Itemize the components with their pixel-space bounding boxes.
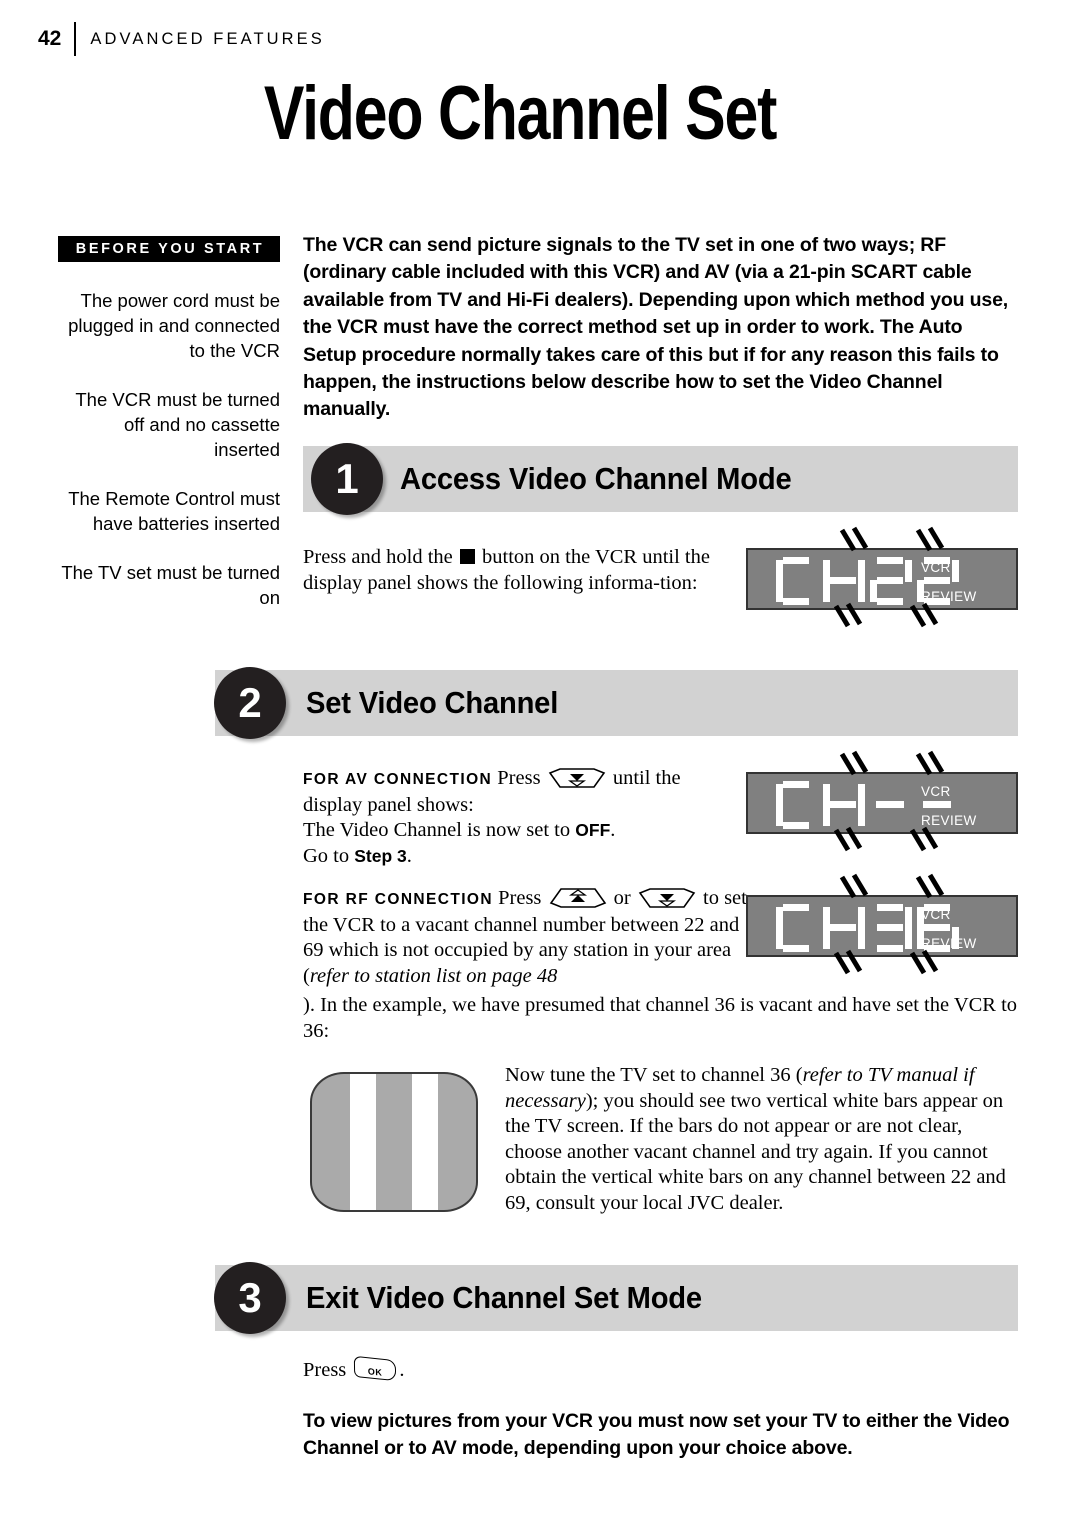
seg-char-C [776,557,818,605]
step-2-av-line1: FOR AV CONNECTION Press until the displa… [303,766,743,818]
display-label-review: REVIEW [921,813,977,828]
sidebar-item-remote-batteries: The Remote Control must have batteries i… [68,488,280,534]
step-3-press-word: Press [303,1359,347,1381]
seg-char-H [823,781,865,829]
main-column: The VCR can send picture signals to the … [303,232,1018,424]
seg-char-C [776,781,818,829]
display-label-vcr: VCR [921,784,951,799]
av-off-text-a: The Video Channel is now set to [303,819,576,841]
channel-down-key-icon [548,768,606,788]
sidebar-item-vcr-off: The VCR must be turned off and no casset… [75,389,280,460]
seg-char-H [823,904,865,952]
manual-page: 42 ADVANCED FEATURES Video Channel Set B… [0,0,1080,1526]
step-3-header: 3 Exit Video Channel Set Mode [214,1262,1018,1334]
display-ch22-labels: VCR REVIEW [921,554,1007,608]
seg-char-dash [870,781,912,829]
step-1-badge: 1 [311,443,383,515]
header-divider [74,22,77,56]
step-2-title: Set Video Channel [306,685,559,720]
step-2-av-block: FOR AV CONNECTION Press until the displa… [303,766,743,869]
display-label-review: REVIEW [921,936,977,951]
step-3-body: Press OK. [303,1355,733,1384]
tv-paragraph-a: Now tune the TV set to channel 36 ( [505,1064,803,1086]
display-ch22: VCR REVIEW [746,548,1018,610]
tv-white-bar-left [350,1074,376,1210]
sidebar-item-power-cord: The power cord must be plugged in and co… [68,290,280,361]
page-title: Video Channel Set [263,71,777,156]
step-2-rf-continuation: ). In the example, we have presumed that… [303,993,1018,1044]
av-goto-text-a: Go to [303,844,355,867]
rf-press-word: Press [498,887,542,909]
step-2-header: 2 Set Video Channel [214,667,1018,739]
tv-tuning-paragraph: Now tune the TV set to channel 36 (refer… [505,1063,1020,1216]
tv-illustration [310,1072,478,1212]
step-1-header: 1 Access Video Channel Mode [303,443,1018,515]
channel-down-key-icon [638,888,696,908]
display-ch36-labels: VCR REVIEW [921,901,1007,955]
av-off-bold: OFF [575,820,611,840]
step-3-title: Exit Video Channel Set Mode [306,1280,702,1315]
step-3-period: . [399,1359,405,1381]
closing-paragraph: To view pictures from your VCR you must … [303,1410,1010,1460]
av-off-text-b: . [610,819,616,841]
for-av-connection-label: FOR AV CONNECTION [303,771,493,788]
display-label-vcr: VCR [921,907,951,922]
av-goto-text-b: . [406,844,412,867]
page-number: 42 [38,27,62,50]
rf-or-word: or [613,887,631,909]
intro-paragraph: The VCR can send picture signals to the … [303,234,1009,421]
rf-continuation-text: ). In the example, we have presumed that… [303,994,1018,1042]
step-2-av-line3: Go to Step 3. [303,844,743,870]
for-rf-connection-label: FOR RF CONNECTION [303,891,493,908]
stop-button-icon [459,549,475,564]
before-you-start-label: BEFORE YOU START [58,236,280,262]
av-press-word: Press [497,767,541,789]
step-2-av-line2: The Video Channel is now set to OFF. [303,818,743,844]
tv-white-bar-right [412,1074,438,1210]
running-head: 42 ADVANCED FEATURES [38,22,325,56]
step-1-text-before: Press and hold the [303,546,453,568]
seg-char-C [776,904,818,952]
display-label-review: REVIEW [921,589,977,604]
display-ch-off: VCR REVIEW [746,772,1018,834]
rf-italic-ref: refer to station list on page 48 [309,964,558,987]
ok-key-label: OK [368,1366,383,1378]
seg-char-2 [870,557,912,605]
seg-char-3 [870,904,912,952]
channel-up-key-icon [549,888,607,908]
step-1-body: Press and hold the button on the VCR unt… [303,545,733,596]
display-ch36: VCR REVIEW [746,895,1018,957]
display-label-vcr: VCR [921,560,951,575]
step-2-rf-block: FOR RF CONNECTION Press or to set the VC… [303,886,753,989]
before-you-start-sidebar: BEFORE YOU START The power cord must be … [58,236,280,610]
av-goto-bold: Step 3 [354,845,407,866]
tv-screen [310,1072,478,1212]
display-ch-off-labels: VCR REVIEW [921,778,1007,832]
ok-key-icon: OK [354,1355,397,1382]
seg-char-H [823,557,865,605]
step-1-title: Access Video Channel Mode [400,461,792,496]
step-2-badge: 2 [214,667,286,739]
step-3-badge: 3 [214,1262,286,1334]
section-name: ADVANCED FEATURES [90,29,325,48]
sidebar-item-tv-on: The TV set must be turned on [61,562,280,608]
